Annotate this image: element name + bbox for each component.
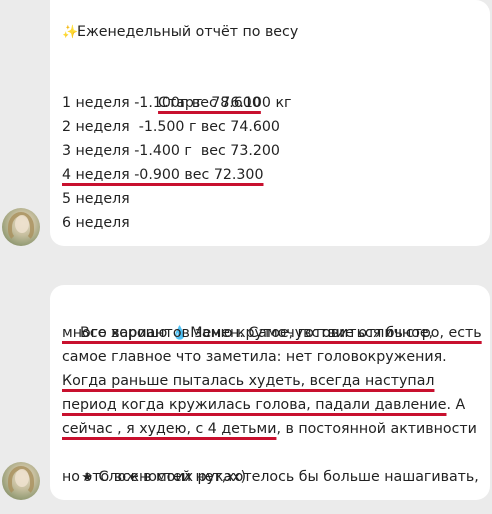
week-4-line: 4 неделя -0.900 вес 72.300 — [62, 163, 263, 187]
sender-avatar[interactable] — [2, 208, 40, 246]
feedback-highlight: сейчас , я худею, с 4 детьми — [62, 421, 277, 437]
week-3-line: 3 неделя -1.400 г вес 73.200 — [62, 143, 280, 159]
week-4-text: 4 неделя -0.900 вес 72.300 — [62, 167, 264, 183]
feedback-line-2: много вариантов замен. Самочувствие отли… — [62, 321, 433, 345]
feedback-line-6: сейчас , я худею, с 4 детьми, в постоянн… — [62, 417, 477, 441]
week-1-line: 1 неделя -1.100г вес 76.100 кг — [62, 95, 292, 111]
sparkles-icon: ✨ — [62, 25, 79, 40]
feedback-line-8: но это все в моих руках) — [62, 469, 247, 485]
report-title-line: ✨Еженедельный отчёт по весу — [62, 20, 298, 45]
message-bubble-weight-report[interactable]: ✨Еженедельный отчёт по весу Старт 78.600… — [50, 0, 490, 246]
feedback-line-5: период когда кружилась голова, падали да… — [62, 393, 465, 417]
avatar-face — [15, 215, 29, 233]
feedback-highlight: Когда раньше пыталась худеть, всегда нас… — [62, 373, 435, 389]
avatar-face — [15, 469, 29, 487]
feedback-text: , в постоянной активности — [276, 421, 477, 437]
sender-avatar[interactable] — [2, 462, 40, 500]
week-2-line: 2 неделя -1.500 г вес 74.600 — [62, 119, 280, 135]
feedback-highlight: период когда кружилась голова, падали да… — [62, 397, 447, 413]
week-6-line: 6 неделя — [62, 215, 130, 231]
feedback-text: . А — [446, 397, 466, 413]
week-5-line: 5 неделя — [62, 191, 130, 207]
feedback-line-3: самое главное что заметила: нет головокр… — [62, 349, 447, 365]
feedback-line-4: Когда раньше пыталась худеть, всегда нас… — [62, 369, 434, 393]
message-bubble-feedback[interactable]: Все хорошо 💧 Меню крутое, готовиться быс… — [50, 285, 490, 500]
feedback-text: . Самочувствие отличное, — [239, 325, 434, 341]
report-title: Еженедельный отчёт по весу — [77, 24, 299, 40]
feedback-highlight: много вариантов замен — [62, 325, 240, 341]
